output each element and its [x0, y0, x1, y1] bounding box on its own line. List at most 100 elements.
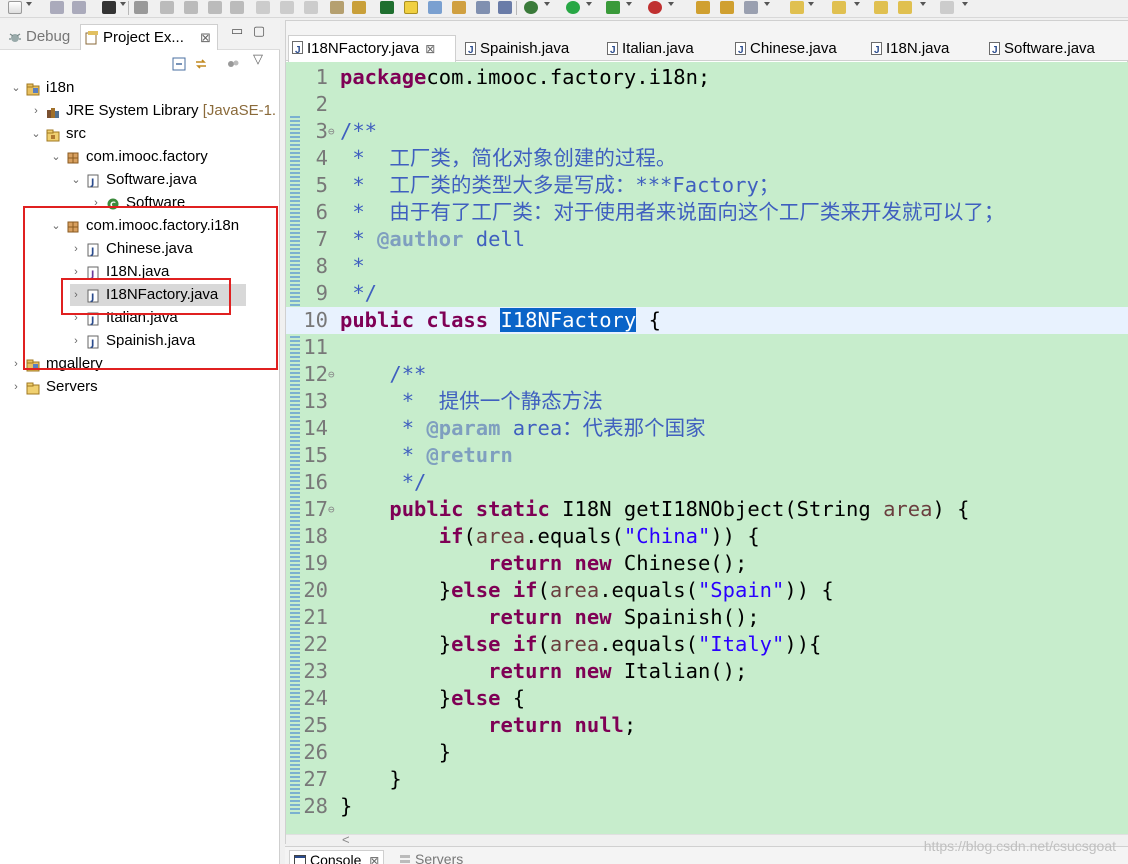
- last-edit-location-icon[interactable]: [874, 1, 888, 14]
- tab-console[interactable]: Console ⊠: [289, 850, 385, 864]
- code-line: 2: [286, 91, 1128, 118]
- code-token: }: [340, 578, 452, 602]
- tab-debug[interactable]: Debug: [4, 24, 70, 50]
- code-text: }else if(area.equals("Italy")){: [340, 631, 822, 658]
- code-line: 24 }else {: [286, 685, 1128, 712]
- step-over-icon[interactable]: [280, 1, 294, 14]
- open-type-icon[interactable]: [352, 1, 366, 14]
- show-whitespace-icon[interactable]: [476, 1, 490, 14]
- debug-run-dropdown-icon[interactable]: [544, 2, 550, 6]
- save-icon[interactable]: [50, 1, 64, 14]
- scroll-left-icon[interactable]: <: [342, 832, 350, 847]
- fold-toggle-icon[interactable]: ⊖: [328, 361, 338, 388]
- previous-annotation-dropdown-icon[interactable]: [854, 2, 860, 6]
- next-annotation-dropdown-icon[interactable]: [808, 2, 814, 6]
- maximize-icon[interactable]: ▢: [252, 24, 266, 38]
- back-icon[interactable]: [898, 1, 912, 14]
- tree-item-label: Software.java: [106, 171, 197, 188]
- previous-annotation-icon[interactable]: [832, 1, 846, 14]
- code-token: return: [488, 605, 563, 629]
- skip-breakpoints-icon[interactable]: [134, 1, 148, 14]
- expand-arrow-icon[interactable]: ›: [10, 376, 22, 398]
- toggle-mark-occurrences-icon[interactable]: [404, 1, 418, 14]
- open-folder-icon[interactable]: [720, 1, 734, 14]
- close-tab-icon[interactable]: ⊠: [369, 854, 379, 864]
- run-icon[interactable]: [566, 1, 580, 14]
- disconnect-icon[interactable]: [230, 1, 244, 14]
- editor-tab[interactable]: I18N.java: [868, 37, 949, 63]
- new-java-project-icon[interactable]: [696, 1, 710, 14]
- code-line: 15 * @return: [286, 442, 1128, 469]
- terminate-icon[interactable]: [208, 1, 222, 14]
- code-text: * @param area：代表那个国家: [340, 415, 706, 442]
- search-dropdown-icon[interactable]: [764, 2, 770, 6]
- editor-tab-label: Spainish.java: [480, 40, 570, 57]
- toggle-block-icon[interactable]: [428, 1, 442, 14]
- debug-icon[interactable]: [380, 1, 394, 14]
- tab-project-explorer[interactable]: Project Ex... ⊠: [80, 24, 218, 50]
- code-text: * 提供一个静态方法: [340, 388, 603, 415]
- java-file-icon: [871, 39, 882, 63]
- editor-tab-label: I18NFactory.java: [307, 40, 420, 57]
- forward-dropdown-icon[interactable]: [962, 2, 968, 6]
- editor-tab[interactable]: Software.java: [986, 37, 1095, 63]
- back-dropdown-icon[interactable]: [920, 2, 926, 6]
- external-tools-dropdown-icon[interactable]: [668, 2, 674, 6]
- code-text: * 工厂类，简化对象创建的过程。: [340, 145, 676, 172]
- fold-toggle-icon[interactable]: ⊖: [328, 118, 338, 145]
- code-text: /**: [340, 361, 426, 388]
- collapse-arrow-icon[interactable]: ⌄: [50, 146, 62, 168]
- code-token: area: [549, 578, 600, 602]
- collapse-all-icon[interactable]: [172, 57, 186, 71]
- tab-servers[interactable]: Servers: [395, 850, 463, 864]
- coverage-icon[interactable]: [606, 1, 620, 14]
- close-tab-icon[interactable]: ⊠: [200, 25, 211, 51]
- forward-icon[interactable]: [940, 1, 954, 14]
- fold-toggle-icon[interactable]: ⊖: [328, 496, 338, 523]
- code-text: *: [340, 253, 364, 280]
- editor-tab[interactable]: Chinese.java: [732, 37, 837, 63]
- editor-tab[interactable]: I18NFactory.java ⊠: [288, 35, 456, 63]
- close-tab-icon[interactable]: ⊠: [425, 37, 435, 62]
- editor-tab-label: Chinese.java: [750, 40, 837, 57]
- code-token: dell: [463, 227, 526, 251]
- paragraph-icon[interactable]: [498, 1, 512, 14]
- terminal-icon[interactable]: [102, 1, 116, 14]
- debug-run-icon[interactable]: [524, 1, 538, 14]
- search-icon[interactable]: [744, 1, 758, 14]
- terminal-dropdown-icon[interactable]: [120, 2, 126, 6]
- link-with-editor-icon[interactable]: [194, 57, 208, 71]
- collapse-arrow-icon[interactable]: ⌄: [10, 77, 22, 99]
- coverage-dropdown-icon[interactable]: [626, 2, 632, 6]
- step-into-icon[interactable]: [256, 1, 270, 14]
- save-all-icon[interactable]: [72, 1, 86, 14]
- expand-arrow-icon[interactable]: ›: [10, 353, 22, 375]
- minimize-icon[interactable]: ▭: [230, 24, 244, 38]
- external-tools-icon[interactable]: [648, 1, 662, 14]
- editor-tab[interactable]: Spainish.java: [462, 37, 570, 63]
- view-menu-icon[interactable]: ▽: [252, 48, 264, 70]
- code-token: null: [574, 713, 624, 737]
- editor-tab[interactable]: Italian.java: [604, 37, 694, 63]
- expand-arrow-icon[interactable]: ›: [30, 100, 42, 122]
- filters-icon[interactable]: [226, 57, 240, 71]
- collapse-arrow-icon[interactable]: ⌄: [30, 123, 42, 145]
- next-annotation-icon[interactable]: [790, 1, 804, 14]
- new-icon[interactable]: [8, 1, 22, 14]
- annotation-icon[interactable]: [452, 1, 466, 14]
- step-return-icon[interactable]: [304, 1, 318, 14]
- run-dropdown-icon[interactable]: [586, 2, 592, 6]
- code-area[interactable]: 1 packagecom.imooc.factory.i18n; 2 3 ⊖/** 4 *…: [286, 62, 1128, 834]
- code-token: .equals(: [525, 524, 624, 548]
- code-token: if: [438, 524, 464, 548]
- suspend-icon[interactable]: [184, 1, 198, 14]
- collapse-arrow-icon[interactable]: ⌄: [70, 169, 82, 191]
- code-token: Italian();: [611, 659, 748, 683]
- new-dropdown-icon[interactable]: [26, 2, 32, 6]
- line-number: 12: [303, 362, 328, 386]
- code-token: static: [475, 497, 550, 521]
- resume-icon[interactable]: [160, 1, 174, 14]
- code-token: }: [340, 740, 452, 764]
- format-icon[interactable]: [330, 1, 344, 14]
